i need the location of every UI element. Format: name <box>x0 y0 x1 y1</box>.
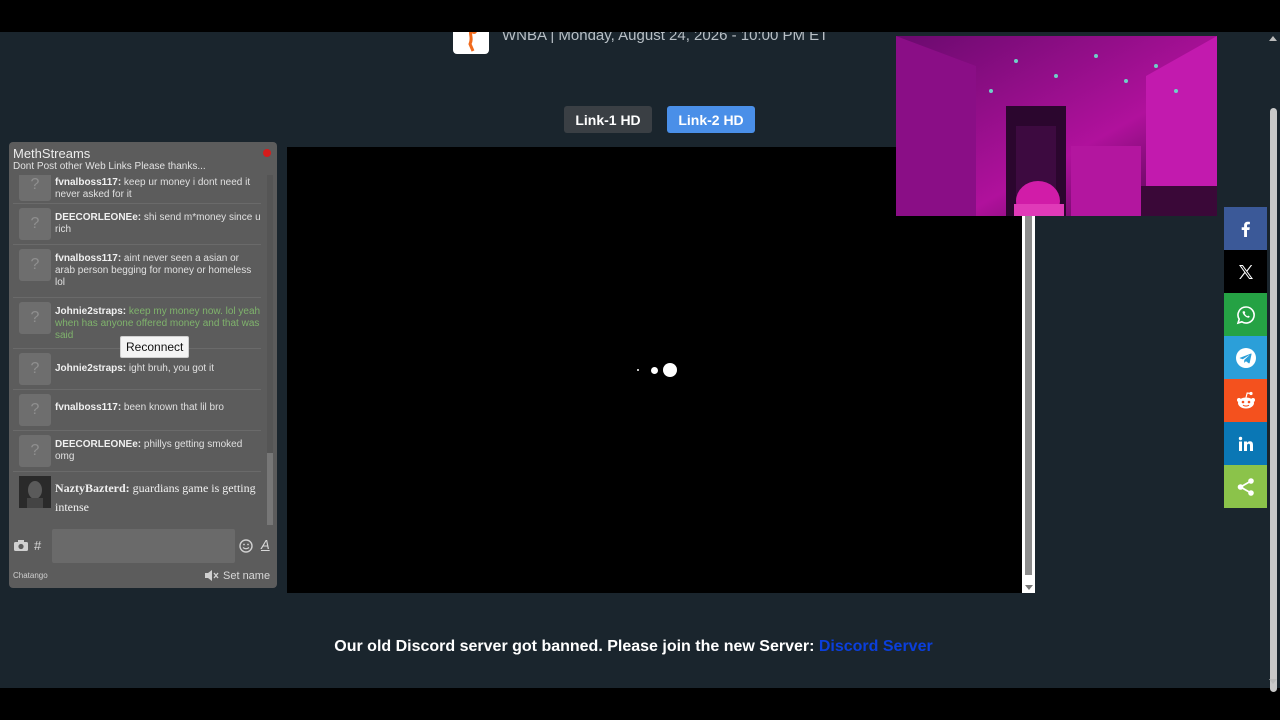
message-text: DEECORLEONEe: shi send m*money since u r… <box>55 212 261 236</box>
chat-message: ? fvnalboss117: aint never seen a asian … <box>13 245 261 298</box>
loading-dot-medium <box>651 367 658 374</box>
avatar: ? <box>19 353 51 385</box>
message-user: DEECORLEONEe: <box>55 439 142 450</box>
chat-message: ? DEECORLEONEe: shi send m*money since u… <box>13 204 261 245</box>
webcam-overlay <box>896 36 1217 216</box>
chat-message-input[interactable] <box>52 529 235 563</box>
font-style-button[interactable]: A <box>261 537 270 552</box>
discord-server-link[interactable]: Discord Server <box>819 638 933 655</box>
chat-scrollbar-thumb[interactable] <box>267 453 273 525</box>
chat-message: ? fvnalboss117: been known that lil bro <box>13 390 261 431</box>
whatsapp-icon <box>1236 305 1255 324</box>
message-text: fvnalboss117: been known that lil bro <box>55 402 261 414</box>
camera-icon[interactable] <box>13 539 29 552</box>
avatar <box>19 476 51 508</box>
message-user: fvnalboss117: <box>55 177 122 188</box>
message-body: ight bruh, you got it <box>126 363 214 374</box>
scroll-down-arrow-icon[interactable] <box>1269 679 1277 684</box>
reconnect-button[interactable]: Reconnect <box>120 336 190 358</box>
emoji-icon[interactable] <box>239 539 253 553</box>
message-text: fvnalboss117: aint never seen a asian or… <box>55 253 261 289</box>
mute-icon[interactable] <box>204 569 219 582</box>
loading-dot-large <box>663 363 677 377</box>
chat-input-row: # A <box>9 529 277 565</box>
message-body: been known that lil bro <box>121 402 224 413</box>
notice-text: Our old Discord server got banned. Pleas… <box>334 638 819 655</box>
page-background: WNBA | Monday, August 24, 2026 - 10:00 P… <box>0 32 1267 688</box>
chat-message: ? DEECORLEONEe: phillys getting smoked o… <box>13 431 261 472</box>
avatar: ? <box>19 208 51 240</box>
chat-title: MethStreams <box>13 146 91 161</box>
reddit-share-button[interactable] <box>1224 379 1267 422</box>
player-scrollbar[interactable] <box>1022 216 1035 593</box>
message-user: fvnalboss117: <box>55 253 122 264</box>
scroll-down-arrow-icon[interactable] <box>1025 585 1033 590</box>
hashtag-button[interactable]: # <box>34 538 41 553</box>
chat-subtitle: Dont Post other Web Links Please thanks.… <box>13 161 206 172</box>
user-avatar-image <box>19 476 51 508</box>
link-1-hd-button[interactable]: Link-1 HD <box>564 106 652 133</box>
loading-dot-small <box>637 369 639 371</box>
chat-scrollbar[interactable] <box>267 175 273 525</box>
message-user: NaztyBazterd: <box>55 481 130 495</box>
x-icon <box>1238 264 1253 279</box>
linkedin-share-button[interactable] <box>1224 422 1267 465</box>
telegram-share-button[interactable] <box>1224 336 1267 379</box>
avatar: ? <box>19 175 51 201</box>
message-text: NaztyBazterd: guardians game is getting … <box>55 479 261 517</box>
event-logo <box>453 32 489 54</box>
message-text: fvnalboss117: keep ur money i dont need … <box>55 177 261 201</box>
basketball-player-icon <box>468 32 477 52</box>
page-scrollbar-thumb[interactable] <box>1270 108 1277 692</box>
share-icon <box>1237 477 1254 496</box>
scroll-up-arrow-icon[interactable] <box>1269 36 1277 41</box>
telegram-icon <box>1235 347 1256 368</box>
message-text: DEECORLEONEe: phillys getting smoked omg <box>55 439 261 463</box>
player-scrollbar-thumb[interactable] <box>1025 216 1032 575</box>
chatango-brand[interactable]: Chatango <box>13 571 48 580</box>
message-text: Johnie2straps: ight bruh, you got it <box>55 363 261 375</box>
avatar: ? <box>19 249 51 281</box>
message-user: DEECORLEONEe: <box>55 212 142 223</box>
share-bar <box>1224 207 1267 508</box>
avatar: ? <box>19 302 51 334</box>
page-scrollbar[interactable] <box>1267 32 1280 692</box>
facebook-icon <box>1241 221 1250 237</box>
chat-message: NaztyBazterd: guardians game is getting … <box>13 472 261 525</box>
linkedin-icon <box>1238 436 1253 451</box>
chat-status-indicator <box>263 149 271 157</box>
webcam-image <box>896 36 1217 216</box>
link-2-hd-button[interactable]: Link-2 HD <box>667 106 755 133</box>
chat-message: ? fvnalboss117: keep ur money i dont nee… <box>13 175 261 204</box>
message-user: fvnalboss117: <box>55 402 122 413</box>
event-title: WNBA | Monday, August 24, 2026 - 10:00 P… <box>502 32 829 44</box>
avatar: ? <box>19 394 51 426</box>
chat-widget: MethStreams Dont Post other Web Links Pl… <box>9 142 277 588</box>
reddit-icon <box>1236 391 1255 408</box>
message-user: Johnie2straps: <box>55 306 127 317</box>
avatar: ? <box>19 435 51 467</box>
x-share-button[interactable] <box>1224 250 1267 293</box>
sharethis-share-button[interactable] <box>1224 465 1267 508</box>
set-name-link[interactable]: Set name <box>223 570 270 582</box>
facebook-share-button[interactable] <box>1224 207 1267 250</box>
discord-notice: Our old Discord server got banned. Pleas… <box>0 638 1267 656</box>
message-user: Johnie2straps: <box>55 363 127 374</box>
whatsapp-share-button[interactable] <box>1224 293 1267 336</box>
